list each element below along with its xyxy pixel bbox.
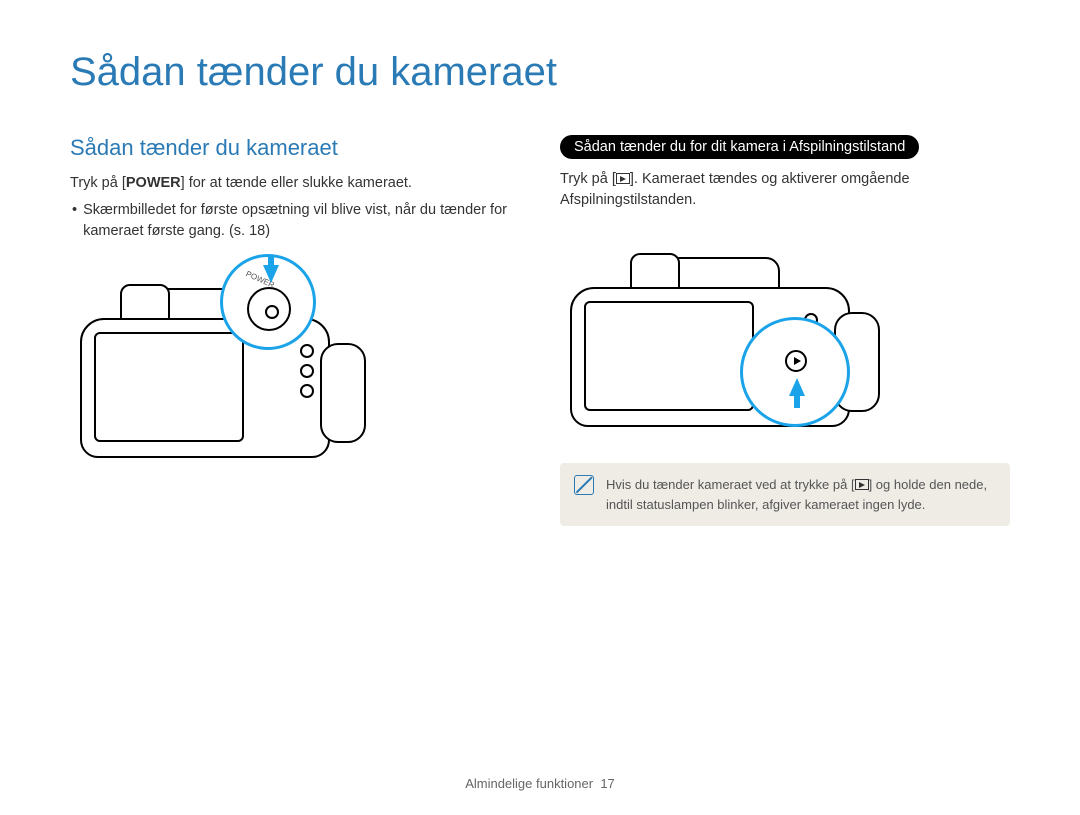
text-fragment: Tryk på [ (560, 171, 616, 187)
camera-screen (94, 332, 244, 442)
camera-illustration (560, 227, 890, 447)
left-column: Sådan tænder du kameraet Tryk på [POWER]… (70, 135, 520, 526)
page-footer: Almindelige funktioner 17 (0, 776, 1080, 791)
footer-page-number: 17 (600, 776, 614, 791)
text-fragment: Hvis du tænder kameraet ved at trykke på… (606, 477, 855, 492)
camera-screen (584, 301, 754, 411)
text-fragment: ] for at tænde eller slukke kameraet. (181, 175, 412, 191)
camera-figure-playback (560, 227, 1010, 447)
callout-circle: POWER (220, 254, 316, 350)
footer-section: Almindelige funktioner (465, 776, 593, 791)
page-title: Sådan tænder du kameraet (70, 50, 1010, 95)
bullet-dot: • (72, 200, 77, 242)
camera-buttons (300, 338, 330, 428)
playback-mode-capsule: Sådan tænder du for dit kamera i Afspiln… (560, 135, 919, 159)
power-dial-icon (247, 287, 291, 331)
bullet-text: Skærmbilledet for første opsætning vil b… (83, 200, 520, 242)
playback-icon (855, 479, 869, 490)
right-column: Sådan tænder du for dit kamera i Afspiln… (560, 135, 1010, 526)
arrow-up-icon (789, 378, 805, 396)
section-heading: Sådan tænder du kameraet (70, 135, 520, 161)
note-box: Hvis du tænder kameraet ved at trykke på… (560, 463, 1010, 526)
note-text: Hvis du tænder kameraet ved at trykke på… (606, 475, 996, 514)
bullet-item: • Skærmbilledet for første opsætning vil… (70, 200, 520, 242)
playback-button-icon (785, 350, 807, 372)
playback-icon (616, 173, 630, 184)
text-fragment: Tryk på [ (70, 175, 126, 191)
playback-instruction: Tryk på []. Kameraet tændes og aktiverer… (560, 169, 1010, 211)
note-icon (574, 475, 594, 495)
content-columns: Sådan tænder du kameraet Tryk på [POWER]… (70, 135, 1010, 526)
power-label: POWER (126, 175, 181, 191)
camera-illustration: POWER (70, 258, 370, 478)
power-instruction: Tryk på [POWER] for at tænde eller slukk… (70, 173, 520, 194)
callout-circle (740, 317, 850, 427)
manual-page: Sådan tænder du kameraet Sådan tænder du… (0, 0, 1080, 815)
arrow-down-icon (263, 265, 279, 283)
camera-figure-power: POWER (70, 258, 520, 478)
